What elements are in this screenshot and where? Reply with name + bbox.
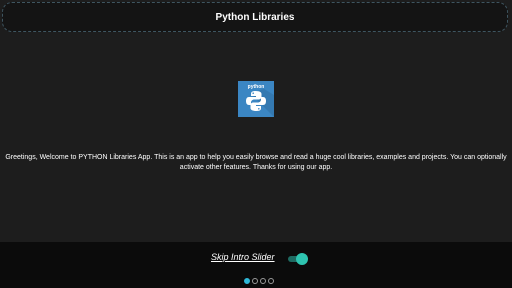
page-title: Python Libraries [215,11,295,23]
skip-row: Skip Intro Slider [0,252,512,266]
intro-line-2: activate other features. Thanks for usin… [179,164,333,171]
intro-footer: Skip Intro Slider [0,242,512,288]
intro-line-1: Greetings, Welcome to PYTHON Libraries A… [5,154,507,161]
page-dot-1[interactable] [244,278,250,284]
app-header: Python Libraries [2,2,508,32]
intro-description: Greetings, Welcome to PYTHON Libraries A… [0,153,512,173]
page-dot-2[interactable] [252,278,258,284]
page-dot-4[interactable] [268,278,274,284]
python-logo-icon: python [238,81,274,117]
skip-intro-link[interactable]: Skip Intro Slider [211,252,275,262]
skip-intro-toggle[interactable] [288,253,308,265]
page-indicator [244,278,274,284]
page-dot-3[interactable] [260,278,266,284]
toggle-thumb[interactable] [296,253,308,265]
python-snake-icon [246,91,266,111]
intro-screen: Python Libraries python Greetings, Welco… [0,0,512,288]
